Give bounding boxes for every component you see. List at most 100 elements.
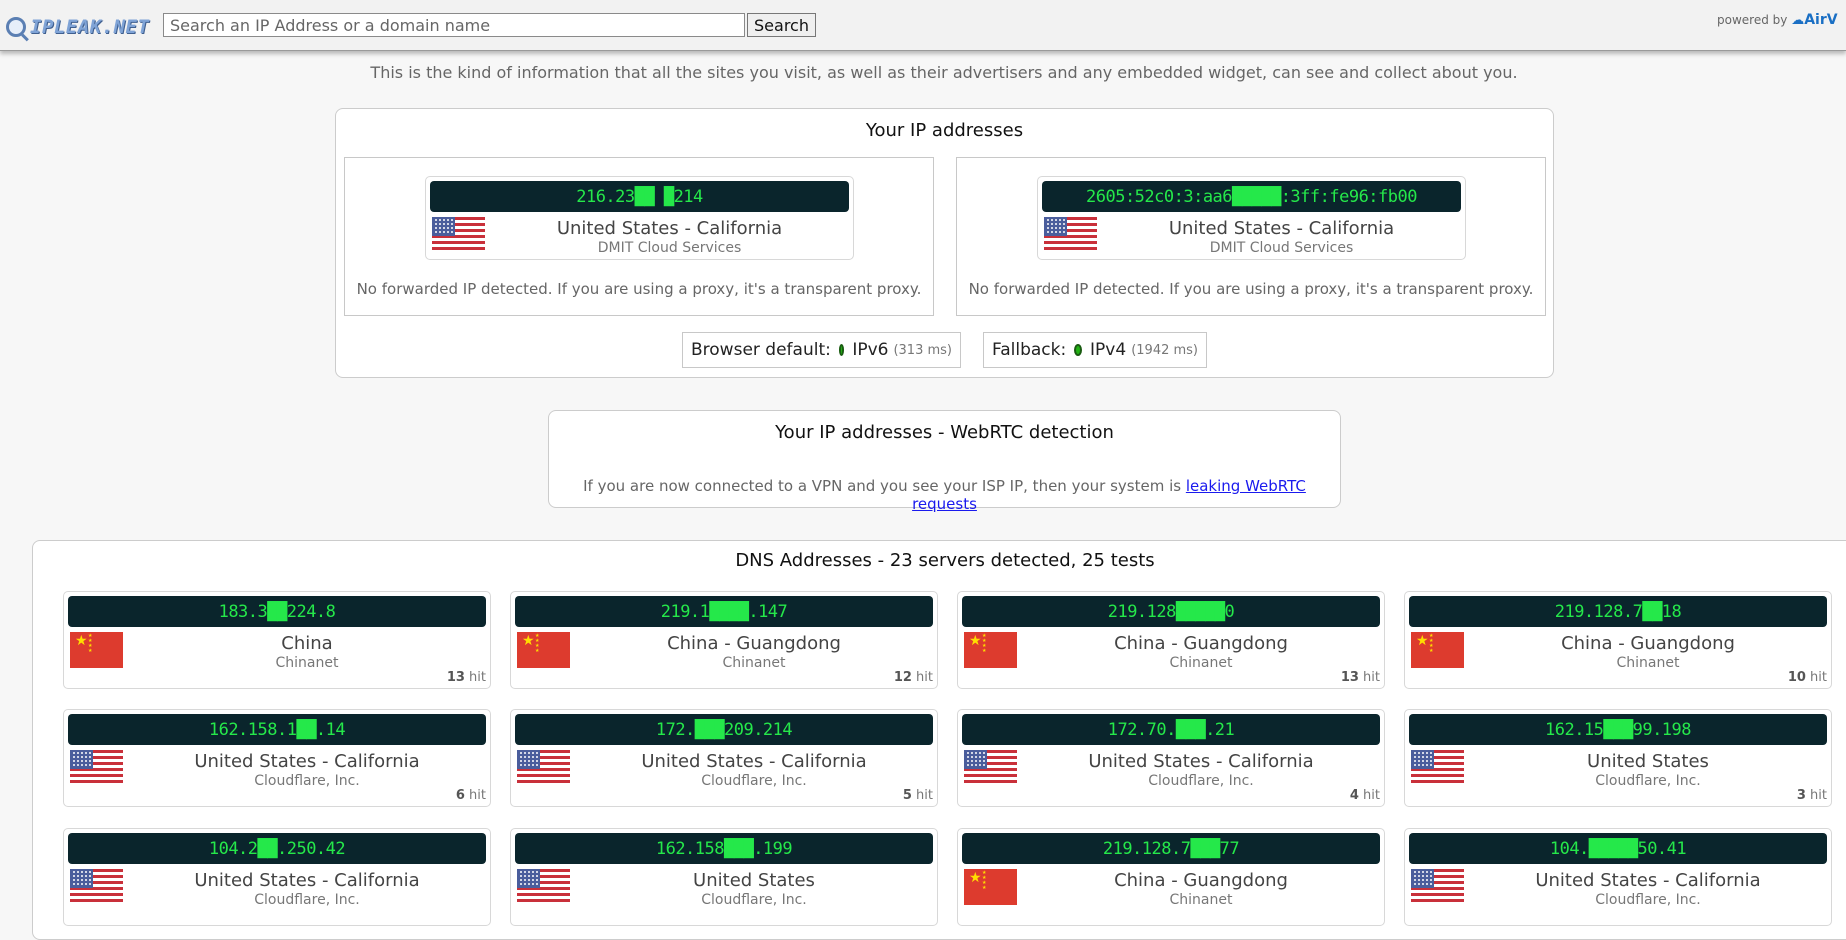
dns-ip-address[interactable]: 104.█████50.41 xyxy=(1409,833,1827,864)
dns-server-card: 162.15███99.198 United States Cloudflare, … xyxy=(1404,709,1832,807)
dns-hit-count: 4 hit xyxy=(1350,788,1380,803)
cn-flag-icon: ★ ★ ★ ★ ★ xyxy=(70,632,123,668)
dns-isp: Chinanet xyxy=(1169,892,1233,908)
dns-ip-address[interactable]: 219.128█████0 xyxy=(962,596,1380,627)
us-flag-icon xyxy=(1044,217,1097,253)
us-flag-icon xyxy=(1411,750,1464,786)
forwarded-note: No forwarded IP detected. If you are usi… xyxy=(356,280,922,298)
dns-location: United States - California xyxy=(1088,751,1314,772)
dns-server-card: 183.3██224.8 ★ ★ ★ ★ ★ China Chinanet 13 hit xyxy=(63,591,491,689)
dns-isp: Cloudflare, Inc. xyxy=(254,892,360,908)
dns-server-card: 219.128.7███77 ★ ★ ★ ★ ★ China - Guangdong Chin… xyxy=(957,828,1385,926)
us-flag-icon xyxy=(70,750,123,786)
ip-card: 216.23██ █214 United States - California… xyxy=(425,176,854,260)
cn-flag-icon: ★ ★ ★ ★ ★ xyxy=(964,869,1017,905)
powered-by-label: powered by xyxy=(1717,13,1788,27)
status-green-icon xyxy=(1074,344,1083,356)
dns-hits-suffix: hit xyxy=(1363,670,1380,685)
dns-ip-address[interactable]: 172.70.███.21 xyxy=(962,714,1380,745)
dns-hit-count: 13 hit xyxy=(1341,670,1380,685)
webrtc-description: If you are now connected to a VPN and yo… xyxy=(549,477,1340,513)
dns-hits-value: 12 xyxy=(893,670,912,685)
dns-location: United States - California xyxy=(1535,870,1761,891)
ip-location: United States - California xyxy=(556,218,783,239)
dns-server-card: 172.███209.214 United States - California… xyxy=(510,709,938,807)
dns-server-card: 219.128.7██18 ★ ★ ★ ★ ★ China - Guangdong China… xyxy=(1404,591,1832,689)
dns-server-card: 104.█████50.41 United States - California… xyxy=(1404,828,1832,926)
forwarded-note: No forwarded IP detected. If you are usi… xyxy=(968,280,1534,298)
dns-ip-address[interactable]: 219.128.7███77 xyxy=(962,833,1380,864)
dns-isp: Chinanet xyxy=(1169,655,1233,671)
dns-location: China - Guangdong xyxy=(1114,870,1288,891)
ipleak-logo[interactable]: IPLEAK.NET xyxy=(6,12,149,42)
dns-location: United States xyxy=(693,870,815,891)
dns-hits-value: 10 xyxy=(1787,670,1806,685)
us-flag-icon xyxy=(70,869,123,905)
dns-server-card: 219.1████.147 ★ ★ ★ ★ ★ China - Guangdong China… xyxy=(510,591,938,689)
dns-hits-suffix: hit xyxy=(1363,788,1380,803)
us-flag-icon xyxy=(964,750,1017,786)
us-flag-icon xyxy=(1411,869,1464,905)
dns-ip-address[interactable]: 172.███209.214 xyxy=(515,714,933,745)
us-flag-icon xyxy=(517,869,570,905)
browser-default-proto: IPv6 xyxy=(852,340,889,360)
dns-hits-value: 6 xyxy=(455,788,465,803)
fallback-box: Fallback: IPv4 (1942 ms) xyxy=(983,332,1207,368)
dns-isp: Cloudflare, Inc. xyxy=(1148,773,1254,789)
dns-location: China - Guangdong xyxy=(667,633,841,654)
dns-hits-value: 4 xyxy=(1349,788,1359,803)
browser-default-box: Browser default: IPv6 (313 ms) xyxy=(682,332,961,368)
dns-ip-address[interactable]: 183.3██224.8 xyxy=(68,596,486,627)
ip-card: 2605:52c0:3:aa6█████:3ff:fe96:fb00 Unite… xyxy=(1037,176,1466,260)
dns-hits-value: 5 xyxy=(902,788,912,803)
ip-address[interactable]: 216.23██ █214 xyxy=(430,181,849,212)
dns-ip-address[interactable]: 219.1████.147 xyxy=(515,596,933,627)
ip-address[interactable]: 2605:52c0:3:aa6█████:3ff:fe96:fb00 xyxy=(1042,181,1461,212)
powered-by[interactable]: powered by ☁AirV xyxy=(1717,12,1838,28)
fallback-proto: IPv4 xyxy=(1090,340,1127,360)
dns-server-card: 104.2██.250.42 United States - California… xyxy=(63,828,491,926)
dns-isp: Cloudflare, Inc. xyxy=(1595,773,1701,789)
dns-panel: DNS Addresses - 23 servers detected, 25 … xyxy=(32,540,1846,940)
panel-title: Your IP addresses - WebRTC detection xyxy=(775,422,1114,443)
dns-ip-address[interactable]: 162.158.1██.14 xyxy=(68,714,486,745)
dns-ip-address[interactable]: 162.158███.199 xyxy=(515,833,933,864)
intro-text: This is the kind of information that all… xyxy=(370,63,1518,82)
dns-isp: Chinanet xyxy=(722,655,786,671)
dns-hits-suffix: hit xyxy=(469,788,486,803)
airvpn-cloud-icon: ☁ xyxy=(1791,13,1805,28)
dns-hit-count: 3 hit xyxy=(1797,788,1827,803)
ip-isp: DMIT Cloud Services xyxy=(1209,240,1354,256)
dns-isp: Cloudflare, Inc. xyxy=(1595,892,1701,908)
search-input[interactable] xyxy=(163,13,745,37)
dns-server-card: 162.158.1██.14 United States - California… xyxy=(63,709,491,807)
dns-hit-count: 12 hit xyxy=(894,670,933,685)
ipv4-box: 216.23██ █214 United States - California… xyxy=(344,157,934,316)
cn-flag-icon: ★ ★ ★ ★ ★ xyxy=(964,632,1017,668)
panel-title: Your IP addresses xyxy=(865,120,1024,141)
webrtc-text: If you are now connected to a VPN and yo… xyxy=(583,477,1182,495)
status-green-icon xyxy=(838,344,845,356)
dns-hits-value: 13 xyxy=(446,670,465,685)
dns-server-card: 172.70.███.21 United States - California C… xyxy=(957,709,1385,807)
dns-ip-address[interactable]: 104.2██.250.42 xyxy=(68,833,486,864)
dns-location: China xyxy=(281,633,333,654)
search-button[interactable]: Search xyxy=(747,13,816,37)
dns-hit-count: 10 hit xyxy=(1788,670,1827,685)
logo-text: IPLEAK.NET xyxy=(30,16,150,38)
browser-default-ms: (313 ms) xyxy=(893,342,952,358)
dns-isp: Cloudflare, Inc. xyxy=(701,892,807,908)
dns-hits-suffix: hit xyxy=(1810,788,1827,803)
dns-ip-address[interactable]: 162.15███99.198 xyxy=(1409,714,1827,745)
dns-isp: Chinanet xyxy=(275,655,339,671)
ipv6-box: 2605:52c0:3:aa6█████:3ff:fe96:fb00 Unite… xyxy=(956,157,1546,316)
dns-isp: Cloudflare, Inc. xyxy=(701,773,807,789)
fallback-label: Fallback: xyxy=(992,340,1067,360)
dns-hit-count: 6 hit xyxy=(456,788,486,803)
dns-hits-value: 13 xyxy=(1340,670,1359,685)
ip-location: United States - California xyxy=(1168,218,1395,239)
cn-flag-icon: ★ ★ ★ ★ ★ xyxy=(517,632,570,668)
dns-ip-address[interactable]: 219.128.7██18 xyxy=(1409,596,1827,627)
dns-location: China - Guangdong xyxy=(1561,633,1735,654)
dns-hits-suffix: hit xyxy=(916,788,933,803)
